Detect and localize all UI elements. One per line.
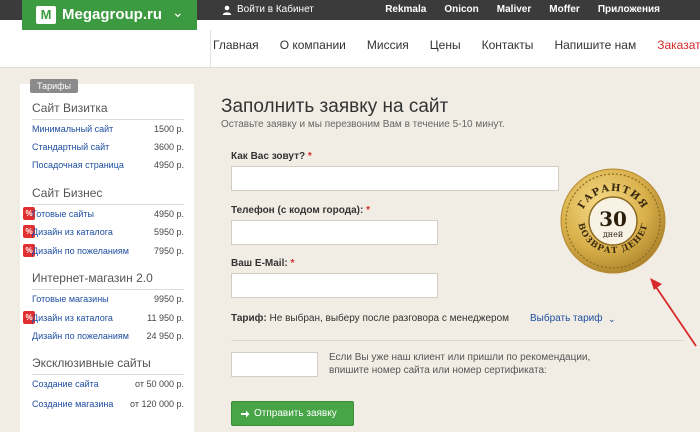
form-subtitle: Оставьте заявку и мы перезвоним Вам в те… — [221, 119, 505, 130]
nav-mission[interactable]: Миссия — [367, 38, 409, 52]
tariffs-sidebar: Тарифы Сайт Визитка Минимальный сайт 150… — [20, 79, 194, 432]
category-divider — [32, 289, 184, 290]
phone-label-text: Телефон (с кодом города): — [231, 205, 364, 216]
tariff-label: Тариф: — [231, 313, 267, 324]
arrow-right-icon — [241, 410, 250, 418]
tariff-value: Не выбран, выберу после разговора с мене… — [269, 313, 510, 324]
tariff-name[interactable]: Дизайн из каталога — [32, 225, 113, 239]
guarantee-seal-icon: ГАРАНТИЯ ВОЗВРАТ ДЕНЕГ 30 дней — [560, 168, 666, 274]
seal-unit: дней — [603, 230, 623, 239]
tariff-price: 7950 р. — [153, 246, 184, 256]
top-link-apps[interactable]: Приложения — [598, 3, 660, 17]
tariff-price: 4950 р. — [153, 160, 184, 170]
top-link-maliver[interactable]: Maliver — [497, 3, 531, 17]
tariff-name[interactable]: Готовые сайты — [32, 207, 94, 221]
name-label-text: Как Вас зовут? — [231, 151, 306, 162]
main-nav: Главная О компании Миссия Цены Контакты … — [213, 38, 700, 52]
tariff-price: 3600 р. — [153, 142, 184, 152]
tariff-name[interactable]: Дизайн из каталога — [32, 311, 113, 325]
logo[interactable]: M Megagroup.ru ⌄ — [22, 0, 197, 30]
tariff-name[interactable]: Минимальный сайт — [32, 122, 113, 136]
tariff-row[interactable]: % Дизайн из каталога 11 950 р. — [23, 311, 184, 325]
choose-tariff-link[interactable]: Выбрать тариф — [530, 313, 602, 325]
tariff-name[interactable]: Дизайн по пожеланиям — [32, 244, 129, 258]
required-mark: * — [366, 205, 371, 216]
tariff-price: 5950 р. — [153, 227, 184, 237]
login-cabinet-link[interactable]: Войти в Кабинет — [222, 3, 314, 17]
logo-text: Megagroup.ru — [62, 6, 162, 23]
email-input[interactable] — [231, 273, 438, 298]
top-link-onicon[interactable]: Onicon — [444, 3, 478, 17]
tariff-row[interactable]: Готовые магазины 9950 р. — [32, 292, 184, 306]
tariff-price: 11 950 р. — [147, 313, 184, 323]
certificate-note: Если Вы уже наш клиент или пришли по рек… — [329, 352, 591, 376]
tariff-row[interactable]: Посадочная страница 4950 р. — [32, 158, 184, 172]
login-cabinet-label: Войти в Кабинет — [237, 4, 314, 15]
nav-order-site[interactable]: Заказать сайт — [657, 38, 700, 52]
seal-number: 30 — [599, 207, 627, 231]
tariff-name[interactable]: Стандартный сайт — [32, 140, 109, 154]
required-mark: * — [290, 258, 295, 269]
nav-prices[interactable]: Цены — [430, 38, 461, 52]
email-label: Ваш E-Mail: * — [231, 258, 294, 270]
tariff-price: 4950 р. — [153, 209, 184, 219]
category-title-shop: Интернет-магазин 2.0 — [32, 271, 153, 285]
phone-input[interactable] — [231, 220, 438, 245]
nav-about[interactable]: О компании — [280, 38, 346, 52]
tariff-row[interactable]: Создание магазина от 120 000 р. — [32, 397, 184, 411]
tariff-price: 9950 р. — [153, 294, 184, 304]
nav-contacts[interactable]: Контакты — [482, 38, 534, 52]
name-label: Как Вас зовут? * — [231, 151, 312, 163]
chevron-down-icon[interactable]: ⌄ — [172, 4, 184, 21]
category-divider — [32, 204, 184, 205]
form-divider — [231, 340, 684, 341]
chevron-down-icon[interactable]: ⌄ — [608, 313, 616, 325]
certificate-input[interactable] — [231, 352, 318, 377]
tariff-price: от 120 000 р. — [130, 399, 184, 409]
tariff-row[interactable]: % Готовые сайты 4950 р. — [23, 207, 184, 221]
logo-mark-icon: M — [36, 6, 56, 24]
tariff-price: от 50 000 р. — [135, 379, 184, 389]
tariff-selection: Тариф: Не выбран, выберу после разговора… — [231, 313, 509, 325]
tariffs-tab: Тарифы — [30, 79, 79, 93]
nav-divider — [210, 30, 211, 68]
phone-label: Телефон (с кодом города): * — [231, 205, 370, 217]
submit-request-button[interactable]: Отправить заявку — [231, 401, 354, 426]
tariff-row[interactable]: Минимальный сайт 1500 р. — [32, 122, 184, 136]
category-title-business: Сайт Бизнес — [32, 186, 103, 200]
name-input[interactable] — [231, 166, 559, 191]
tariff-row[interactable]: Стандартный сайт 3600 р. — [32, 140, 184, 154]
category-divider — [32, 119, 184, 120]
category-title-exclusive: Эксклюзивные сайты — [32, 356, 151, 370]
tariff-name[interactable]: Посадочная страница — [32, 158, 124, 172]
tariff-price: 24 950 р. — [146, 331, 184, 341]
email-label-text: Ваш E-Mail: — [231, 258, 288, 269]
top-links: Rekmala Onicon Maliver Moffer Приложения — [385, 3, 660, 17]
category-title-vizitka: Сайт Визитка — [32, 101, 108, 115]
tariff-name[interactable]: Создание магазина — [32, 397, 113, 411]
top-link-moffer[interactable]: Moffer — [549, 3, 580, 17]
tariff-name[interactable]: Создание сайта — [32, 377, 99, 391]
tariff-row[interactable]: Создание сайта от 50 000 р. — [32, 377, 184, 391]
form-title: Заполнить заявку на сайт — [221, 96, 449, 117]
nav-home[interactable]: Главная — [213, 38, 259, 52]
tariff-name[interactable]: Готовые магазины — [32, 292, 109, 306]
tariff-price: 1500 р. — [153, 124, 184, 134]
tariff-row[interactable]: Дизайн по пожеланиям 24 950 р. — [32, 329, 184, 343]
tariff-name[interactable]: Дизайн по пожеланиям — [32, 329, 129, 343]
tariff-row[interactable]: % Дизайн по пожеланиям 7950 р. — [23, 244, 184, 258]
top-link-rekmala[interactable]: Rekmala — [385, 3, 426, 17]
submit-label: Отправить заявку — [254, 408, 337, 419]
tariff-row[interactable]: % Дизайн из каталога 5950 р. — [23, 225, 184, 239]
required-mark: * — [307, 151, 312, 162]
category-divider — [32, 374, 184, 375]
user-icon — [222, 5, 232, 15]
red-arrow-icon — [650, 278, 697, 347]
nav-write-us[interactable]: Напишите нам — [554, 38, 636, 52]
